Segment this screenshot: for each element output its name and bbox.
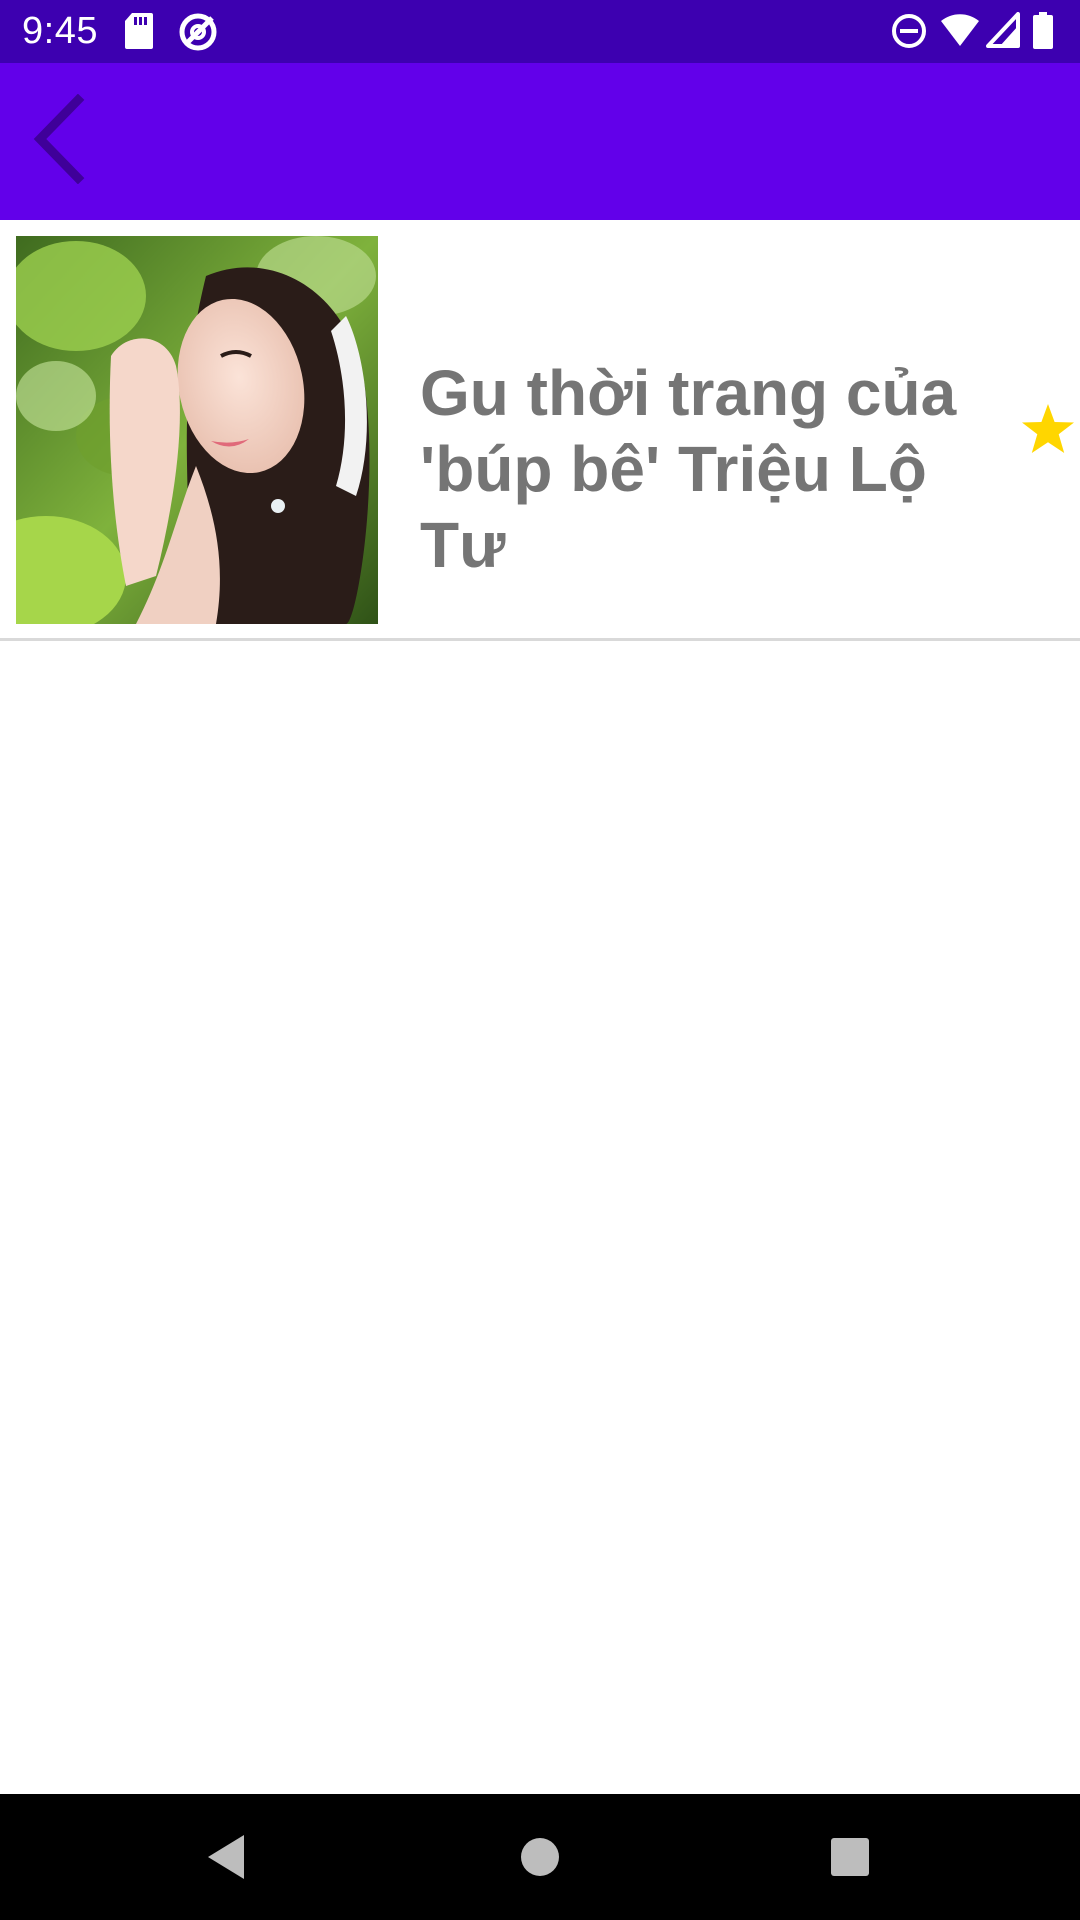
article-thumbnail bbox=[16, 236, 378, 624]
wifi-icon bbox=[940, 12, 980, 53]
status-time: 9:45 bbox=[22, 10, 98, 52]
signal-icon bbox=[986, 12, 1020, 53]
article-list: Gu thời trang của 'búp bê' Triệu Lộ Tư bbox=[0, 220, 1080, 641]
article-title: Gu thời trang của 'búp bê' Triệu Lộ Tư bbox=[420, 357, 957, 581]
navigation-bar bbox=[0, 1794, 1080, 1920]
chevron-left-icon bbox=[30, 93, 90, 189]
list-item[interactable]: Gu thời trang của 'búp bê' Triệu Lộ Tư bbox=[0, 220, 1080, 641]
sync-disabled-icon bbox=[178, 12, 218, 57]
sd-card-icon bbox=[124, 12, 154, 55]
home-circle-icon bbox=[519, 1836, 561, 1883]
app-bar bbox=[0, 63, 1080, 220]
back-triangle-icon bbox=[204, 1833, 248, 1886]
battery-icon bbox=[1032, 12, 1054, 55]
nav-recents-button[interactable] bbox=[810, 1819, 890, 1899]
back-button[interactable] bbox=[12, 93, 108, 189]
status-right-icons bbox=[890, 12, 1060, 52]
star-icon[interactable] bbox=[1020, 402, 1076, 461]
nav-back-button[interactable] bbox=[186, 1819, 266, 1899]
recents-square-icon bbox=[829, 1836, 871, 1883]
do-not-disturb-icon bbox=[890, 12, 928, 55]
status-bar: 9:45 bbox=[0, 0, 1080, 63]
nav-home-button[interactable] bbox=[500, 1819, 580, 1899]
